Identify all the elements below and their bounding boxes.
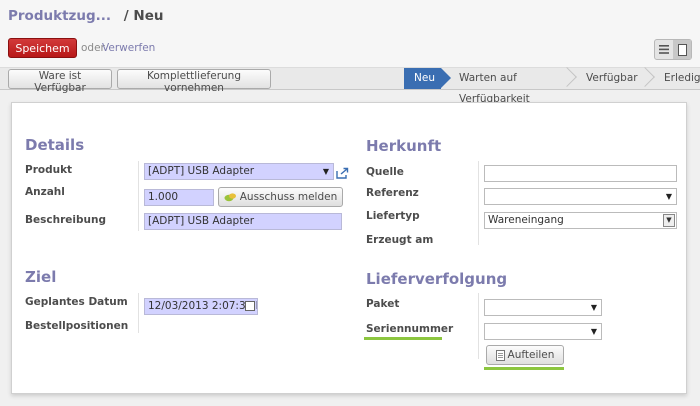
source-label: Quelle: [366, 166, 404, 178]
goal-title: Ziel: [25, 268, 57, 286]
stage-new[interactable]: Neu: [404, 68, 451, 89]
breadcrumb: Produktzug... / Neu: [8, 8, 163, 24]
details-divider: [138, 161, 139, 231]
product-value: [ADPT] USB Adapter: [148, 165, 255, 177]
type-select[interactable]: Wareneingang ▼: [484, 212, 677, 229]
serial-select[interactable]: ▼: [484, 323, 602, 340]
chevron-down-icon: ▼: [322, 167, 329, 176]
tracking-divider: [478, 293, 479, 359]
split-button-label: Aufteilen: [507, 349, 555, 361]
description-input[interactable]: [ADPT] USB Adapter: [144, 213, 342, 230]
serial-highlight: [364, 337, 442, 340]
stage-waiting[interactable]: Warten auf Verfügbarkeit: [441, 67, 577, 105]
stage-done[interactable]: Erledigt: [646, 68, 700, 89]
type-value: Wareneingang: [488, 214, 564, 226]
planned-date-input[interactable]: 12/03/2013 2:07:39 PM: [144, 298, 258, 315]
split-button[interactable]: Aufteilen: [486, 345, 564, 365]
origin-divider: [478, 161, 479, 245]
form-view-icon[interactable]: [673, 40, 691, 59]
chevron-down-icon: ▼: [665, 192, 672, 201]
planned-date-value: 12/03/2013 2:07:39 PM: [148, 300, 257, 312]
action-toolbar: Ware ist Verfügbar Komplettlieferung vor…: [0, 67, 700, 105]
stage-label: Verfügbar: [586, 72, 638, 84]
complete-delivery-button[interactable]: Komplettlieferung vornehmen: [117, 69, 271, 94]
product-label: Produkt: [25, 164, 73, 176]
details-title: Details: [25, 136, 85, 154]
chevron-down-icon: ▼: [590, 303, 597, 312]
breadcrumb-separator: /: [123, 8, 129, 24]
discard-link[interactable]: Verwerfen: [102, 42, 155, 54]
orders-label: Bestellpositionen: [25, 320, 129, 332]
product-select[interactable]: [ADPT] USB Adapter ▼: [144, 163, 334, 180]
quantity-input[interactable]: 1.000: [144, 189, 214, 206]
external-link-icon[interactable]: [336, 164, 349, 183]
status-bar: Neu Warten auf Verfügbarkeit Verfügbar E…: [404, 67, 700, 105]
origin-title: Herkunft: [366, 137, 442, 155]
calendar-icon[interactable]: [245, 301, 255, 311]
created-label: Erzeugt am: [366, 234, 434, 246]
scrap-icon: [224, 193, 236, 202]
reference-select[interactable]: ▼: [484, 188, 677, 205]
stage-label: Neu: [414, 72, 435, 84]
list-view-icon[interactable]: [655, 40, 673, 59]
quantity-label: Anzahl: [25, 186, 65, 198]
stage-available[interactable]: Verfügbar: [568, 67, 655, 89]
stage-label: Erledigt: [664, 72, 700, 84]
source-input[interactable]: [484, 165, 677, 182]
chevron-down-icon: ▼: [590, 327, 597, 336]
package-label: Paket: [366, 298, 400, 310]
view-switcher: [654, 39, 692, 60]
dropdown-arrow-icon: ▼: [663, 214, 675, 227]
form-sheet: Details Produkt Anzahl Beschreibung [ADP…: [11, 102, 687, 394]
goods-available-button[interactable]: Ware ist Verfügbar: [8, 69, 112, 94]
goal-divider: [138, 293, 139, 333]
serial-label: Seriennummer: [366, 323, 454, 335]
breadcrumb-parent-link[interactable]: Produktzug...: [8, 8, 111, 24]
save-button[interactable]: Speichem: [8, 38, 77, 58]
date-label: Geplantes Datum: [25, 296, 128, 308]
split-highlight: [484, 367, 564, 370]
description-label: Beschreibung: [25, 214, 106, 226]
scrap-button[interactable]: Ausschuss melden: [218, 187, 343, 207]
tracking-title: Lieferverfolgung: [366, 270, 508, 288]
type-label: Liefertyp: [366, 210, 420, 222]
package-select[interactable]: ▼: [484, 299, 602, 316]
scrap-button-label: Ausschuss melden: [239, 191, 338, 203]
reference-label: Referenz: [366, 187, 419, 199]
page-header: Produktzug... / Neu Speichem oder Verwer…: [0, 0, 700, 68]
stage-label: Warten auf Verfügbarkeit: [459, 72, 530, 105]
document-icon: [495, 349, 505, 361]
breadcrumb-current: Neu: [133, 8, 164, 24]
